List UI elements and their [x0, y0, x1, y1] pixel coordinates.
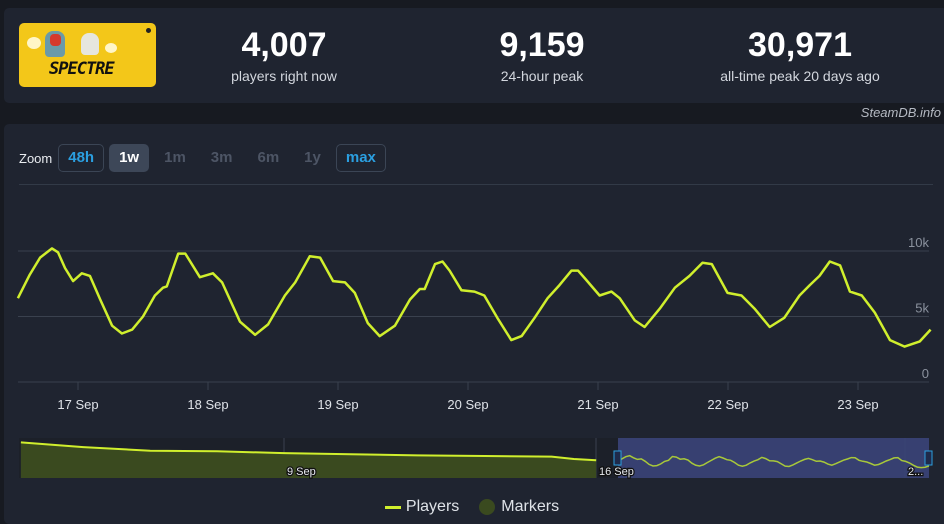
navigator-handle-left[interactable] [613, 450, 622, 466]
legend-label: Markers [501, 498, 560, 515]
player-count-chart[interactable]: 0 5k 10k 17 Sep 18 Sep 19 Sep 20 Sep 21 Sep 22 … [0, 0, 944, 522]
legend-label: Players [405, 498, 460, 515]
legend-item-markers[interactable]: Markers [479, 498, 559, 516]
x-tick-label: 20 Sep [447, 397, 488, 412]
circle-swatch-icon [479, 499, 496, 515]
legend-item-players[interactable]: Players [384, 498, 460, 516]
navigator-handle-right[interactable] [924, 450, 933, 466]
y-tick-label: 10k [908, 235, 929, 250]
x-tick-label: 19 Sep [317, 397, 358, 412]
x-tick-label: 18 Sep [187, 397, 228, 412]
navigator-tick-label: 2... [908, 466, 923, 478]
navigator-tick-label: 16 Sep [599, 466, 634, 478]
x-tick-label: 17 Sep [57, 397, 98, 412]
y-tick-label: 5k [915, 301, 929, 316]
x-tick-label: 21 Sep [577, 397, 618, 412]
players-series-line [16, 247, 932, 348]
navigator[interactable]: 9 Sep 16 Sep 2... [19, 438, 933, 479]
chart-legend: Players Markers [0, 498, 944, 516]
x-tick-label: 23 Sep [837, 397, 878, 412]
line-swatch-icon [384, 505, 401, 509]
x-tick-label: 22 Sep [707, 397, 748, 412]
navigator-selection[interactable] [618, 438, 929, 478]
y-tick-label: 0 [922, 366, 929, 381]
navigator-tick-label: 9 Sep [287, 466, 316, 478]
